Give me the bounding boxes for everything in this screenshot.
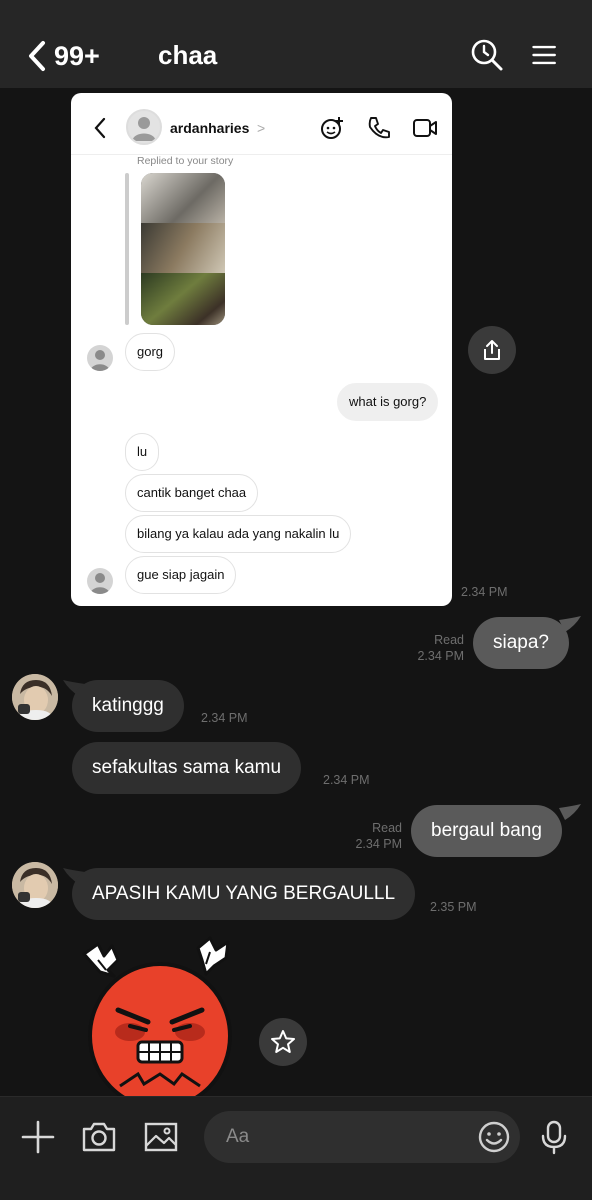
video-call-icon — [412, 115, 438, 141]
message-time: 2.34 PM — [323, 773, 370, 787]
gallery-button[interactable] — [143, 1119, 179, 1155]
message-input[interactable]: Aa — [204, 1111, 520, 1163]
message-bubble: gorg — [125, 333, 176, 371]
camera-icon — [82, 1122, 116, 1152]
back-button[interactable]: 99+ — [26, 36, 126, 76]
message-time: 2.35 PM — [430, 900, 477, 914]
avatar[interactable] — [12, 862, 58, 908]
microphone-icon — [541, 1120, 567, 1155]
voice-button[interactable] — [536, 1119, 572, 1155]
message-bubble-received[interactable]: katinggg — [72, 680, 184, 732]
avatar[interactable] — [12, 674, 58, 720]
reply-bar — [125, 173, 129, 325]
read-receipt: Read 2.34 PM — [417, 633, 464, 663]
message-bubble: lu — [125, 433, 160, 471]
search-clock-icon — [471, 39, 503, 71]
plus-icon — [21, 1120, 55, 1154]
message-bubble-received[interactable]: APASIH KAMU YANG BERGAULLL — [72, 868, 416, 920]
hamburger-menu-icon — [532, 45, 556, 65]
phone-icon — [366, 115, 392, 141]
add-button[interactable] — [20, 1119, 56, 1155]
unread-count: 99+ — [54, 40, 100, 71]
share-button[interactable] — [468, 326, 516, 374]
message-bubble-received[interactable]: sefakultas sama kamu — [72, 742, 302, 794]
star-icon — [271, 1030, 295, 1053]
chevron-right-icon: > — [257, 120, 266, 136]
message-time: 2.34 PM — [461, 585, 508, 599]
message-bubble: cantik banget chaa — [125, 474, 259, 512]
screenshot-username: ardanharies — [170, 120, 250, 136]
shared-screenshot[interactable]: ardanharies > Replied to your story gorg… — [71, 93, 452, 606]
read-receipt: Read 2.34 PM — [355, 821, 402, 851]
angry-red-face-sticker[interactable] — [78, 936, 240, 1110]
composer-bar: Aa — [0, 1096, 592, 1200]
message-input-placeholder: Aa — [226, 1126, 250, 1147]
bubble-tail — [559, 804, 581, 820]
chat-title: chaa — [158, 40, 218, 70]
message-time: 2.34 PM — [201, 711, 248, 725]
camera-button[interactable] — [81, 1119, 117, 1155]
message-bubble-sent[interactable]: bergaul bang — [411, 805, 562, 857]
share-icon — [484, 340, 500, 360]
avatar — [87, 345, 113, 371]
effects-icon — [319, 115, 345, 141]
image-icon — [144, 1122, 178, 1152]
chevron-left-icon — [94, 117, 106, 139]
bubble-tail — [559, 616, 581, 632]
emoji-button[interactable] — [476, 1119, 512, 1155]
replied-label: Replied to your story — [137, 155, 234, 167]
smiley-icon — [478, 1121, 510, 1153]
avatar — [87, 568, 113, 594]
message-bubble: bilang ya kalau ada yang nakalin lu — [125, 515, 352, 553]
chevron-left-icon — [29, 41, 45, 71]
message-bubble: gue siap jagain — [125, 556, 237, 594]
avatar — [126, 109, 162, 145]
menu-button[interactable] — [530, 38, 564, 72]
message-bubble: what is gorg? — [337, 383, 439, 421]
search-button[interactable] — [470, 38, 504, 72]
chat-header: 99+ chaa — [0, 0, 592, 88]
message-bubble-sent[interactable]: siapa? — [473, 617, 569, 669]
story-thumbnail — [141, 173, 225, 325]
favorite-sticker-button[interactable] — [259, 1018, 307, 1066]
screenshot-header: ardanharies > — [71, 93, 452, 155]
